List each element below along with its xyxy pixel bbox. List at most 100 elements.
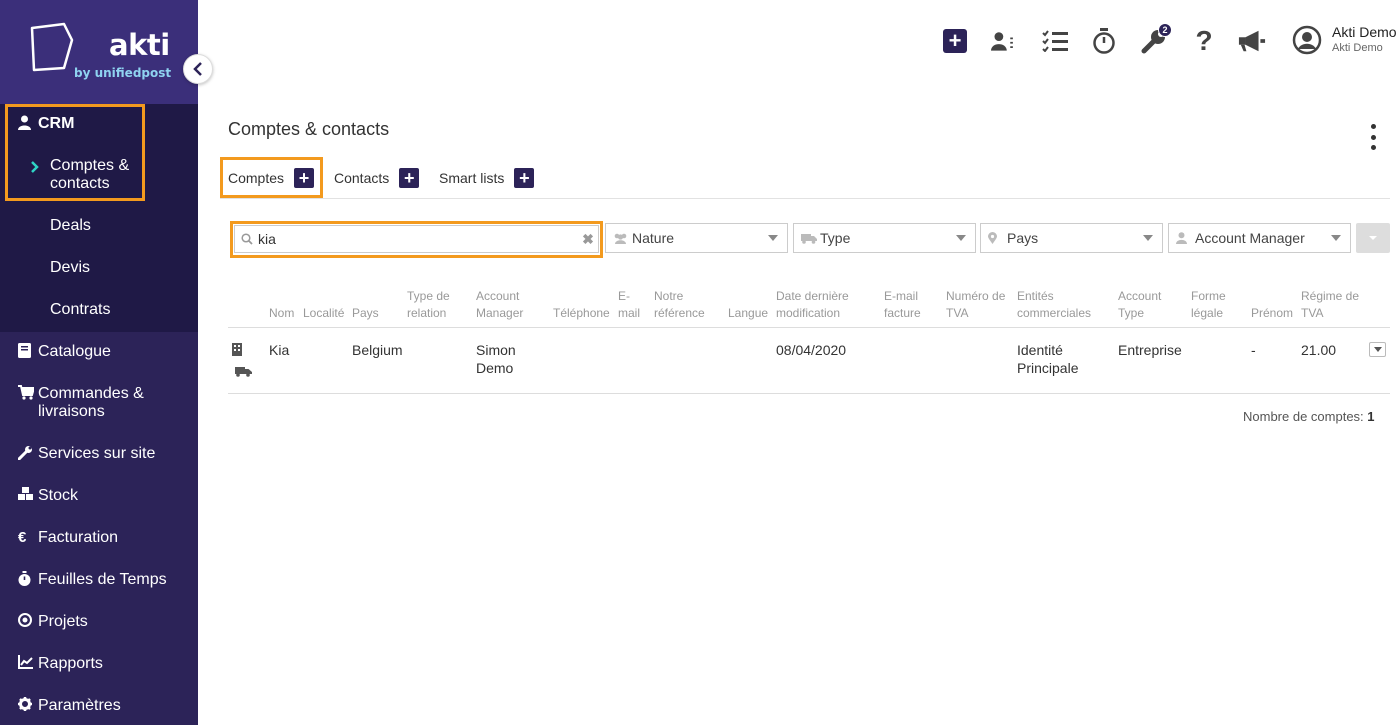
header-line: E-mail — [884, 289, 919, 303]
col-header-nom[interactable]: Nom — [269, 305, 294, 322]
sidebar-item-label: Feuilles de Temps — [38, 571, 167, 588]
row-actions-button[interactable] — [1369, 342, 1386, 357]
add-button[interactable]: + — [941, 27, 969, 55]
sidebar-item-facturation[interactable]: € Facturation — [18, 529, 118, 547]
cell-regime-tva: 21.00 — [1301, 342, 1337, 358]
tab-contacts[interactable]: Contacts + — [334, 168, 420, 188]
header-line: Date dernière — [776, 289, 849, 303]
header-line: Type — [1118, 306, 1145, 320]
brand-name: akti — [109, 28, 170, 62]
brand-tagline: by unifiedpost — [74, 66, 172, 80]
highlight-tab-comptes — [220, 157, 323, 198]
col-header-email-facture[interactable]: E-mail facture — [884, 288, 921, 322]
sidebar-item-catalogue[interactable]: Catalogue — [18, 343, 111, 361]
filter-type[interactable]: Type — [793, 223, 976, 253]
user-company: Akti Demo — [1332, 42, 1383, 54]
col-header-date-modification[interactable]: Date dernière modification — [776, 288, 849, 322]
table-row-divider — [228, 393, 1390, 394]
users-icon — [613, 233, 629, 244]
megaphone-icon — [1238, 30, 1266, 52]
add-smart-list-button[interactable]: + — [514, 168, 535, 188]
caret-down-icon — [1369, 236, 1377, 240]
help-button[interactable]: ? — [1190, 25, 1218, 56]
highlight-crm — [5, 104, 145, 201]
sidebar-item-commandes[interactable]: Commandes & livraisons — [18, 385, 144, 421]
plus-icon: + — [943, 29, 967, 53]
sidebar-item-services[interactable]: Services sur site — [18, 445, 155, 463]
cart-icon — [18, 385, 38, 400]
filter-nature[interactable]: Nature — [605, 223, 788, 253]
caret-down-icon — [768, 235, 778, 241]
announcements-button[interactable] — [1238, 27, 1266, 55]
book-icon — [18, 343, 38, 358]
sidebar-item-stock[interactable]: Stock — [18, 487, 78, 505]
map-marker-icon — [988, 232, 1004, 244]
filter-account-manager[interactable]: Account Manager — [1168, 223, 1351, 253]
sidebar-item-feuilles-temps[interactable]: Feuilles de Temps — [18, 571, 167, 589]
col-header-pays[interactable]: Pays — [352, 305, 379, 322]
tab-smart-lists[interactable]: Smart lists + — [439, 168, 535, 188]
sidebar-item-label: Stock — [38, 487, 79, 504]
user-menu-button[interactable] — [1291, 24, 1323, 56]
stopwatch-icon — [1093, 28, 1115, 54]
caret-down-icon — [1331, 235, 1341, 241]
filter-label: Pays — [1007, 230, 1039, 246]
more-options-button[interactable] — [1368, 124, 1378, 150]
col-header-regime-tva[interactable]: Régime de TVA — [1301, 288, 1359, 322]
col-header-account-type[interactable]: Account Type — [1118, 288, 1161, 322]
timer-button[interactable] — [1090, 27, 1118, 55]
cell-nom[interactable]: Kia — [269, 341, 289, 359]
chevron-left-icon — [193, 62, 202, 76]
header-line: E- — [618, 289, 630, 303]
sidebar-item-label: Commandes & — [38, 385, 144, 402]
user-icon — [1176, 232, 1192, 244]
sidebar-item-label: Projets — [38, 613, 88, 630]
add-contact-button[interactable]: + — [399, 168, 420, 188]
col-header-entites[interactable]: Entités commerciales — [1017, 288, 1091, 322]
col-header-notre-reference[interactable]: Notre référence — [654, 288, 705, 322]
sidebar-item-label: Services sur site — [38, 445, 156, 462]
question-icon: ? — [1195, 25, 1213, 56]
tasks-button[interactable] — [1041, 27, 1069, 55]
col-header-forme-legale[interactable]: Forme légale — [1191, 288, 1226, 322]
user-name[interactable]: Akti Demo — [1332, 24, 1397, 40]
header-line: Notre — [654, 289, 684, 303]
col-header-telephone[interactable]: Téléphone — [553, 305, 610, 322]
cell-pays: Belgium — [352, 342, 403, 358]
sidebar: akti by unifiedpost CRM Comptes & contac… — [0, 0, 198, 725]
header-line: TVA — [1301, 306, 1324, 320]
col-header-localite[interactable]: Localité — [303, 305, 344, 322]
header-line: commerciales — [1017, 306, 1092, 320]
filter-pays[interactable]: Pays — [980, 223, 1163, 253]
sidebar-item-devis[interactable]: Devis — [50, 259, 90, 277]
sidebar-item-parametres[interactable]: Paramètres — [18, 697, 121, 715]
tab-label: Contacts — [334, 170, 390, 186]
cubes-icon — [18, 487, 38, 501]
col-header-prenom[interactable]: Prénom — [1251, 305, 1293, 322]
contacts-list-button[interactable] — [991, 27, 1019, 55]
maintenance-button[interactable]: 2 — [1140, 23, 1172, 55]
sidebar-item-projets[interactable]: Projets — [18, 613, 88, 631]
truck-icon — [235, 364, 252, 380]
header-line: référence — [654, 306, 705, 320]
sidebar-collapse-button[interactable] — [183, 54, 213, 84]
user-list-icon — [991, 32, 1013, 51]
cell-account-type: Entreprise — [1118, 342, 1182, 358]
count-value: 1 — [1367, 409, 1375, 424]
table-header-divider — [228, 327, 1390, 328]
sidebar-item-deals[interactable]: Deals — [50, 217, 91, 235]
user-circle-icon — [1292, 25, 1322, 55]
accounts-count: Nombre de comptes: 1 — [1243, 409, 1375, 424]
sidebar-item-rapports[interactable]: Rapports — [18, 655, 103, 673]
header-line: modification — [776, 306, 841, 320]
col-header-type-relation[interactable]: Type de relation — [407, 288, 450, 322]
notification-badge: 2 — [1158, 23, 1172, 37]
col-header-email[interactable]: E- mail — [618, 288, 640, 322]
sidebar-item-contrats[interactable]: Contrats — [50, 301, 110, 319]
col-header-numero-tva[interactable]: Numéro de TVA — [946, 288, 1005, 322]
more-filters-button[interactable] — [1356, 223, 1390, 253]
col-header-account-manager[interactable]: Account Manager — [476, 288, 523, 322]
header-line: Numéro de — [946, 289, 1006, 303]
cell-line: Identité — [1017, 342, 1063, 358]
col-header-langue[interactable]: Langue — [728, 305, 768, 322]
